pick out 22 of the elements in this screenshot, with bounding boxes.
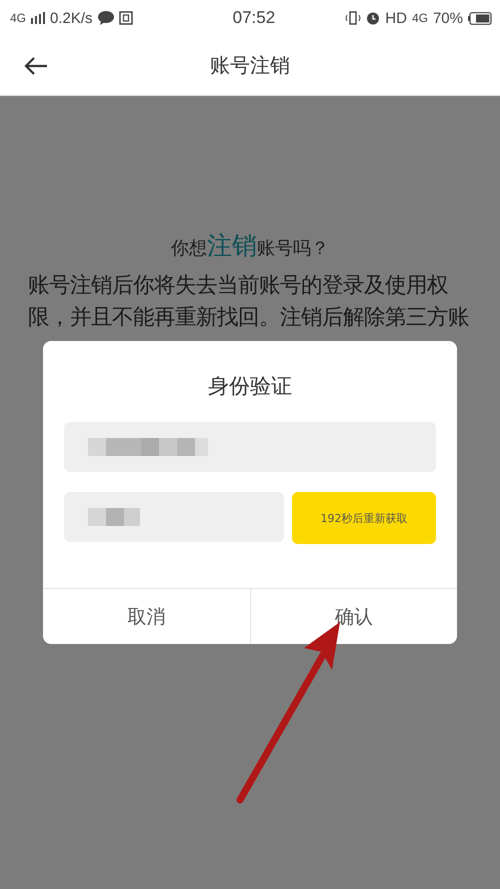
signal-icon: [31, 12, 46, 24]
alarm-icon: [366, 11, 380, 25]
network-label: 4G: [412, 11, 428, 25]
page-title: 账号注销: [209, 52, 291, 79]
resend-code-button[interactable]: 192秒后重新获取: [292, 492, 436, 544]
battery-label: 70%: [432, 10, 463, 26]
speed-label: 0.2K/s: [50, 10, 93, 26]
clock: 07:52: [232, 8, 276, 28]
dialog-title: 身份验证: [207, 373, 293, 400]
question-heading: 你想注销账号吗？: [170, 230, 330, 262]
back-arrow-icon[interactable]: [24, 56, 48, 76]
app-icon: [118, 11, 133, 25]
network-label: 4G: [10, 11, 26, 25]
battery-icon: [468, 12, 492, 24]
redacted-value: [88, 508, 140, 526]
chat-bubble-icon: [98, 11, 114, 25]
cancel-button[interactable]: 取消: [43, 589, 250, 644]
code-field[interactable]: [64, 492, 284, 542]
vibrate-icon: [345, 11, 362, 25]
phone-field[interactable]: [64, 422, 436, 472]
notice-text: 账号注销后你将失去当前账号的登录及使用权限，并且不能再重新找回。注销后解除第三方账: [28, 272, 470, 332]
hd-label: HD: [385, 10, 407, 26]
